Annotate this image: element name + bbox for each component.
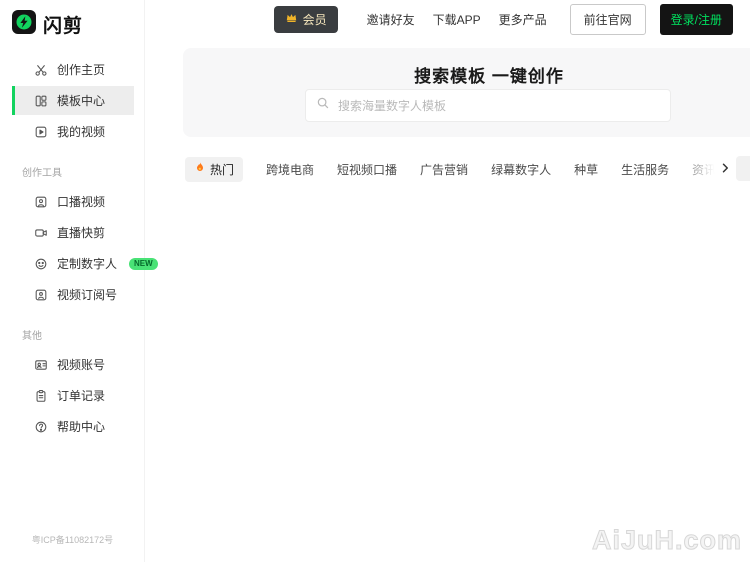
sidebar-item-help-center[interactable]: 帮助中心 — [12, 412, 134, 441]
nav-link-more-products[interactable]: 更多产品 — [499, 11, 547, 28]
tab-label: 种草 — [574, 162, 599, 177]
tab-label: 绿幕数字人 — [491, 162, 552, 177]
tab-short-video[interactable]: 短视频口播 — [337, 161, 397, 178]
tabs-edge-block — [736, 156, 750, 181]
tab-label: 资讯 — [692, 162, 717, 177]
topbar: 会员 邀请好友 下载APP 更多产品 前往官网 登录/注册 — [145, 0, 750, 38]
clipboard-icon — [34, 389, 48, 403]
login-register-button[interactable]: 登录/注册 — [659, 3, 733, 35]
sidebar-item-label: 我的视频 — [57, 125, 106, 139]
scissors-icon — [34, 63, 48, 77]
nav-link-download-app[interactable]: 下载APP — [433, 11, 481, 28]
sidebar-item-label: 订单记录 — [57, 389, 106, 403]
smiley-icon — [34, 257, 48, 271]
tab-green-screen[interactable]: 绿幕数字人 — [491, 161, 551, 178]
sidebar-item-talking-video[interactable]: 口播视频 — [12, 187, 134, 216]
app-logo[interactable]: 闪剪 — [0, 0, 144, 39]
crown-icon — [285, 11, 298, 27]
new-badge: NEW — [129, 257, 158, 270]
search-input[interactable] — [336, 97, 660, 114]
question-icon — [34, 420, 48, 434]
nav-link-invite-friends[interactable]: 邀请好友 — [367, 11, 415, 28]
sidebar-item-label: 口播视频 — [57, 195, 106, 209]
category-tabs: 热门跨境电商短视频口播广告营销绿幕数字人种草生活服务资讯医疗保健综合电商美食 — [185, 156, 720, 182]
vip-button-label: 会员 — [302, 12, 327, 27]
play-square-icon — [34, 125, 48, 139]
sidebar-item-label: 视频账号 — [57, 358, 106, 372]
watermark: AiJuH.com — [591, 525, 742, 556]
sidebar-item-label: 视频订阅号 — [57, 288, 118, 302]
tab-cross-border[interactable]: 跨境电商 — [266, 161, 314, 178]
sidebar-item-template-center[interactable]: 模板中心 — [12, 86, 134, 115]
sidebar-section-label: 其他 — [22, 331, 42, 342]
tab-news[interactable]: 资讯 — [692, 161, 716, 178]
tab-label: 短视频口播 — [337, 162, 398, 177]
icp-footer: 粤ICP备11082172号 — [31, 535, 114, 545]
tab-life-service[interactable]: 生活服务 — [621, 161, 669, 178]
sidebar-item-video-account[interactable]: 视频账号 — [12, 350, 134, 379]
tabs-scroll-right-button[interactable] — [717, 160, 733, 178]
search-box[interactable] — [305, 89, 671, 122]
chevron-right-icon — [719, 162, 731, 177]
id-card-icon — [34, 358, 48, 372]
tab-seeding[interactable]: 种草 — [574, 161, 598, 178]
fire-icon — [194, 161, 206, 177]
search-icon — [316, 96, 330, 115]
tab-hot[interactable]: 热门 — [185, 156, 244, 182]
tab-label: 生活服务 — [621, 162, 670, 177]
presenter-icon — [34, 195, 48, 209]
template-icon — [34, 94, 48, 108]
tab-ad-marketing[interactable]: 广告营销 — [420, 161, 468, 178]
sidebar-section-label: 创作工具 — [22, 168, 62, 179]
sidebar: 闪剪 创作主页模板中心我的视频创作工具口播视频直播快剪定制数字人 NEW 视频订阅号… — [0, 0, 158, 562]
sidebar-item-label: 定制数字人 — [57, 257, 118, 271]
camera-icon — [34, 226, 48, 240]
sidebar-menu: 创作主页模板中心我的视频创作工具口播视频直播快剪定制数字人 NEW 视频订阅号其他视… — [0, 55, 158, 441]
sidebar-item-custom-avatar[interactable]: 定制数字人 NEW — [12, 249, 158, 278]
tab-label: 热门 — [210, 162, 235, 177]
tab-label: 广告营销 — [420, 162, 469, 177]
official-site-button[interactable]: 前往官网 — [569, 3, 646, 35]
sidebar-item-live-quick-cut[interactable]: 直播快剪 — [12, 218, 134, 247]
tab-label: 跨境电商 — [266, 162, 315, 177]
sidebar-item-label: 创作主页 — [57, 63, 106, 77]
sidebar-item-label: 模板中心 — [57, 94, 106, 108]
sidebar-item-order-history[interactable]: 订单记录 — [12, 381, 134, 410]
vip-button[interactable]: 会员 — [273, 5, 338, 33]
sidebar-item-video-subscription[interactable]: 视频订阅号 — [12, 280, 134, 309]
sidebar-item-my-videos[interactable]: 我的视频 — [12, 117, 134, 146]
sidebar-item-create-home[interactable]: 创作主页 — [12, 55, 134, 84]
sidebar-item-label: 帮助中心 — [57, 420, 106, 434]
sidebar-item-label: 直播快剪 — [57, 226, 106, 240]
app-logo-icon — [12, 10, 36, 39]
search-panel: 搜索模板 一键创作 — [183, 48, 750, 137]
search-title: 搜索模板 一键创作 — [414, 67, 564, 86]
app-logo-text: 闪剪 — [43, 16, 84, 37]
person-square-icon — [34, 288, 48, 302]
